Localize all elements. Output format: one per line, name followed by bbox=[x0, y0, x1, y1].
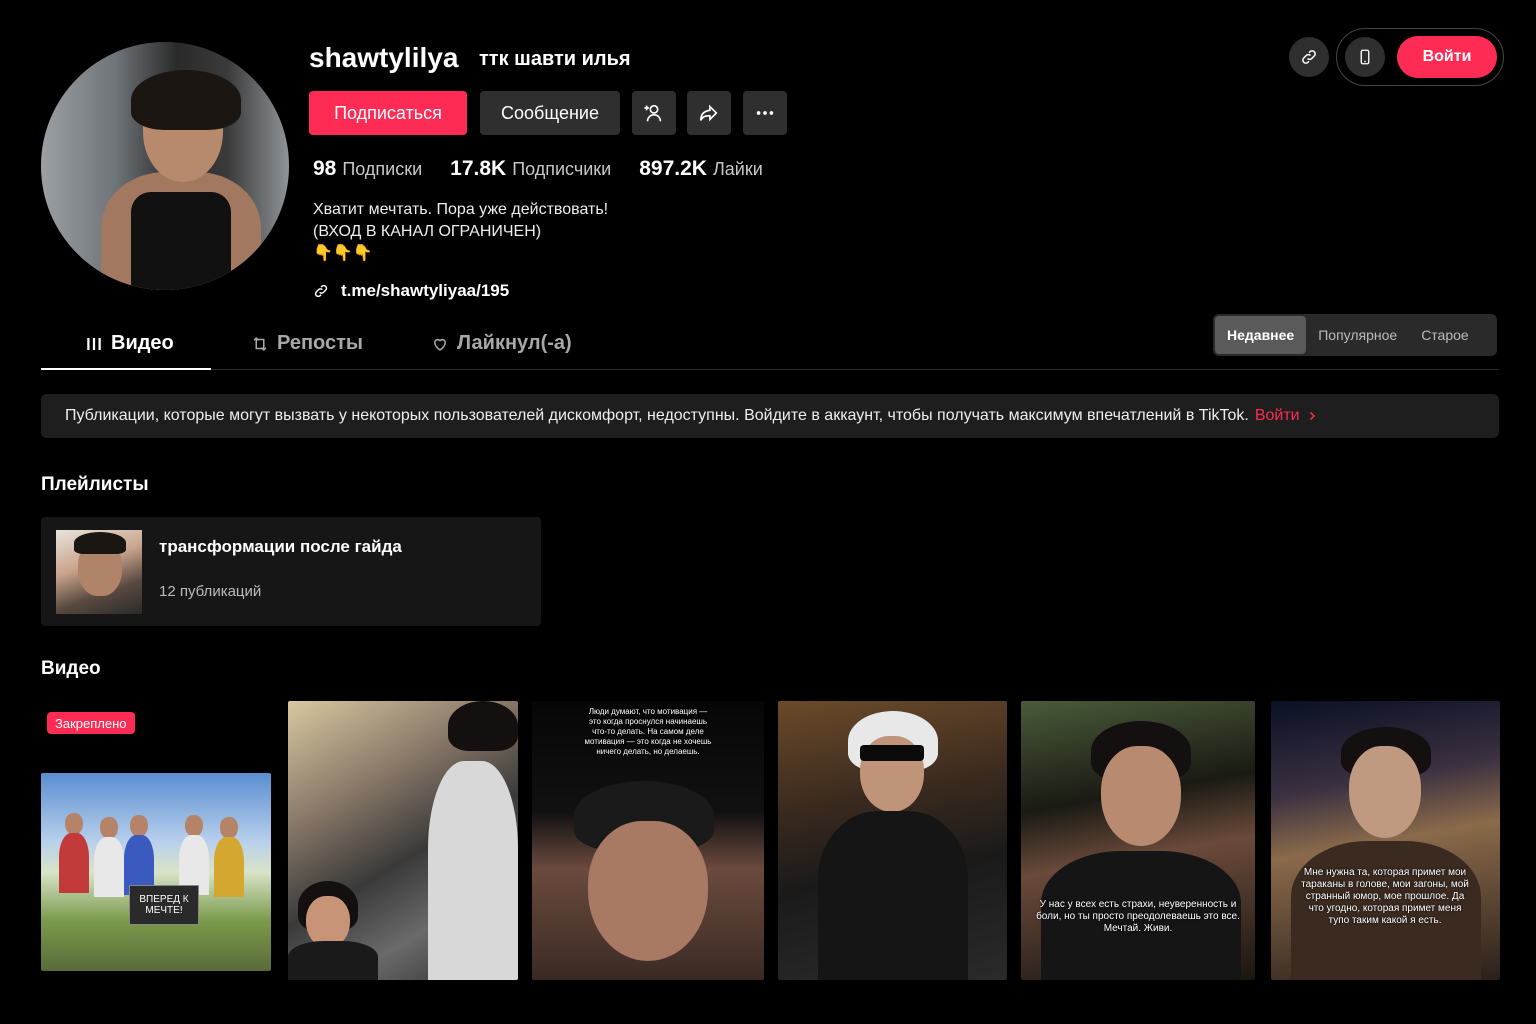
stat-value: 897.2K bbox=[639, 157, 707, 180]
tab-reposts[interactable]: Репосты bbox=[251, 332, 363, 355]
content-warning-banner: Публикации, которые могут вызвать у неко… bbox=[41, 394, 1499, 438]
videos-title: Видео bbox=[41, 658, 101, 679]
add-friend-button[interactable] bbox=[632, 91, 676, 135]
stat-label: Подписчики bbox=[512, 159, 612, 179]
profile-username: shawtylilya bbox=[309, 42, 459, 73]
stat-followers[interactable]: 17.8K Подписчики bbox=[450, 157, 611, 181]
profile-bio: Хватит мечтать. Пора уже действовать! (В… bbox=[313, 201, 609, 262]
playlist-card[interactable]: трансформации после гайда 12 публикаций bbox=[41, 517, 541, 626]
video-caption: Мне нужна та, которая примет мои таракан… bbox=[1301, 867, 1469, 926]
tab-liked[interactable]: Лайкнул(-а) bbox=[431, 332, 572, 355]
link-icon bbox=[1302, 50, 1316, 64]
banner-text: Публикации, которые могут вызвать у неко… bbox=[65, 407, 1249, 424]
tab-label: Видео bbox=[111, 332, 174, 354]
stat-value: 98 bbox=[313, 157, 337, 180]
share-icon bbox=[699, 104, 718, 122]
copy-link-button[interactable] bbox=[1289, 37, 1329, 77]
video-thumbnail[interactable]: У нас у всех есть страхи, неуверенность … bbox=[1021, 701, 1255, 980]
video-caption: У нас у всех есть страхи, неуверенность … bbox=[1036, 899, 1240, 934]
heart-icon bbox=[433, 338, 447, 351]
grid-icon bbox=[87, 337, 101, 350]
more-icon bbox=[756, 111, 774, 115]
profile-stats: 98 Подписки 17.8K Подписчики 897.2K Лайки bbox=[313, 157, 763, 181]
follow-button[interactable]: Подписаться bbox=[309, 91, 467, 135]
video-thumbnail[interactable]: Мне нужна та, которая примет мои таракан… bbox=[1271, 701, 1500, 980]
playlist-thumbnail bbox=[56, 530, 142, 614]
video-sign: ВПЕРЕД К МЕЧТЕ! bbox=[129, 885, 199, 925]
playlists-title: Плейлисты bbox=[41, 474, 149, 495]
tab-label: Репосты bbox=[277, 332, 363, 354]
stat-label: Подписки bbox=[342, 159, 423, 179]
stat-likes: 897.2K Лайки bbox=[639, 157, 763, 181]
phone-icon bbox=[1360, 49, 1370, 65]
pinned-badge: Закреплено bbox=[47, 712, 135, 734]
profile-nickname: ттк шавти илья bbox=[479, 48, 631, 70]
stat-label: Лайки bbox=[712, 159, 763, 179]
app-download-button[interactable] bbox=[1345, 37, 1385, 77]
stat-value: 17.8K bbox=[450, 157, 507, 180]
banner-login-link[interactable]: Войти bbox=[1255, 407, 1318, 425]
stat-following[interactable]: 98 Подписки bbox=[313, 157, 422, 181]
sort-popular[interactable]: Популярное bbox=[1306, 316, 1409, 354]
tab-videos[interactable]: Видео bbox=[85, 332, 174, 355]
sort-oldest[interactable]: Старое bbox=[1409, 316, 1481, 354]
video-thumbnail[interactable]: ВПЕРЕД К МЕЧТЕ! bbox=[41, 773, 271, 971]
profile-avatar bbox=[41, 42, 289, 290]
login-button[interactable]: Войти bbox=[1397, 36, 1497, 78]
sort-selector: Недавнее Популярное Старое bbox=[1213, 314, 1497, 356]
more-button[interactable] bbox=[743, 91, 787, 135]
add-user-icon bbox=[644, 104, 662, 122]
sort-recent[interactable]: Недавнее bbox=[1215, 316, 1307, 354]
tab-active-indicator bbox=[41, 368, 211, 370]
profile-link[interactable]: t.me/shawtyliyaa/195 bbox=[313, 281, 509, 301]
video-thumbnail[interactable]: Люди думают, что мотивация — это когда п… bbox=[532, 701, 764, 980]
video-thumbnail[interactable] bbox=[778, 701, 1007, 980]
playlist-title: трансформации после гайда bbox=[159, 537, 402, 556]
link-icon bbox=[314, 284, 328, 298]
link-text: t.me/shawtyliyaa/195 bbox=[341, 281, 510, 300]
video-caption: Люди думают, что мотивация — это когда п… bbox=[584, 707, 712, 756]
share-button[interactable] bbox=[687, 91, 731, 135]
repost-icon bbox=[253, 336, 267, 351]
banner-login-label: Войти bbox=[1254, 407, 1300, 424]
chevron-right-icon bbox=[1309, 411, 1315, 421]
message-button[interactable]: Сообщение bbox=[480, 91, 620, 135]
tab-label: Лайкнул(-а) bbox=[457, 332, 572, 354]
playlist-count: 12 публикаций bbox=[159, 583, 262, 600]
video-thumbnail[interactable] bbox=[288, 701, 518, 980]
